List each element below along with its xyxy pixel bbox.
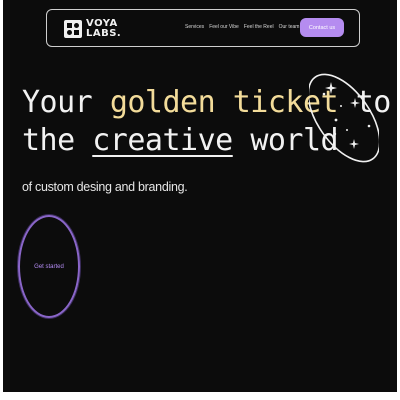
nav-item-feel-the-reel[interactable]: Feel the Reel: [244, 23, 274, 31]
get-started-label: Get started: [34, 263, 64, 270]
voya-logo-icon: [64, 20, 82, 38]
hero-subtitle: of custom desing and branding.: [22, 180, 188, 194]
landing-page: VOYA LABS. Services Feel our Vibe Feel t…: [3, 0, 397, 392]
headline-word-the: the: [22, 123, 75, 158]
brand-logo[interactable]: VOYA LABS.: [64, 16, 121, 42]
navbar: VOYA LABS. Services Feel our Vibe Feel t…: [46, 9, 360, 47]
star-orb-icon: [309, 73, 379, 163]
get-started-button[interactable]: Get started: [18, 215, 80, 318]
nav-links: Services Feel our Vibe Feel the Reel Our…: [185, 23, 299, 31]
contact-us-button[interactable]: Contact us: [300, 18, 344, 37]
headline-golden-ticket: golden ticket: [109, 85, 339, 120]
headline-word-your: Your: [22, 85, 93, 120]
brand-name: VOYA LABS.: [86, 19, 121, 39]
nav-item-our-team[interactable]: Our team: [279, 23, 300, 31]
brand-name-line2: LABS.: [86, 28, 122, 39]
nav-item-services[interactable]: Services: [185, 23, 204, 31]
headline-creative: creative: [92, 123, 233, 158]
nav-item-feel-our-vibe[interactable]: Feel our Vibe: [209, 23, 239, 31]
